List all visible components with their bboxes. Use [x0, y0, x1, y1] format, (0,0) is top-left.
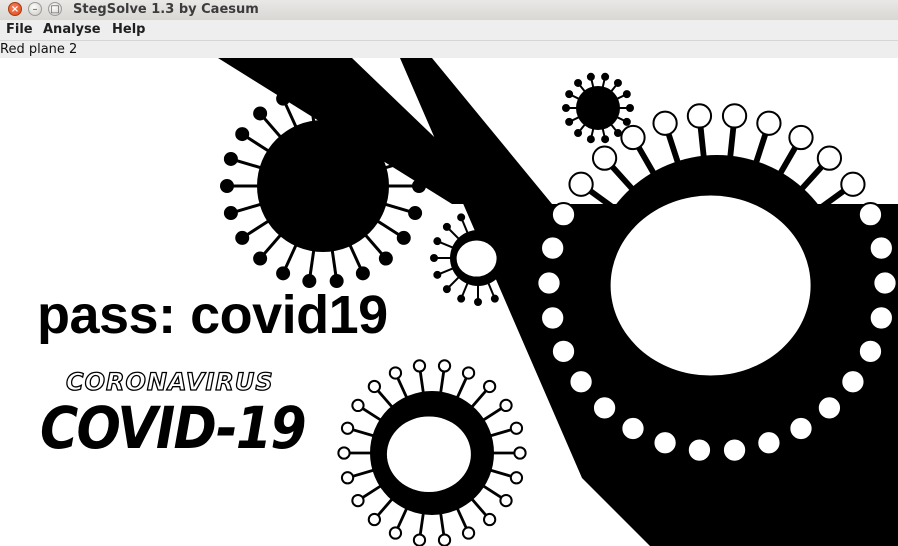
image-view: pass: covid19 CORONAVIRUS COVID-19	[0, 58, 898, 546]
menu-help[interactable]: Help	[112, 20, 145, 40]
menu-bar: File Analyse Help	[0, 20, 898, 40]
maximize-window-button[interactable]: □	[48, 2, 62, 16]
covid-19-text: COVID-19	[40, 394, 307, 462]
title-bar: × – □ StegSolve 1.3 by Caesum	[0, 0, 898, 21]
close-window-button[interactable]: ×	[8, 2, 22, 16]
window-title: StegSolve 1.3 by Caesum	[73, 2, 259, 17]
menu-analyse[interactable]: Analyse	[43, 20, 101, 40]
minimize-window-button[interactable]: –	[28, 2, 42, 16]
menu-file[interactable]: File	[6, 20, 33, 40]
coronavirus-text: CORONAVIRUS	[65, 367, 274, 396]
plane-label-bar: Red plane 2	[0, 40, 898, 59]
virus-particle	[430, 210, 526, 306]
password-text: pass: covid19	[37, 285, 388, 345]
virus-particle	[337, 359, 527, 546]
plane-label: Red plane 2	[0, 42, 78, 57]
